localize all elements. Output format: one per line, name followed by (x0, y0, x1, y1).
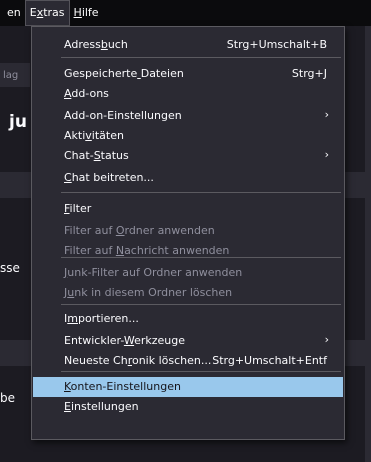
extras-menu: Adressbuch Strg+Umschalt+B Gespeicherte Da… (31, 26, 345, 440)
menu-item-einstellungen[interactable]: Einstellungen (33, 397, 343, 417)
menu-item-filter-auf-nachricht-anwenden: Filter auf Nachricht anwenden (33, 241, 343, 261)
menu-item-add-on-einstellungen[interactable]: Add-on-Einstellungen › (33, 106, 343, 126)
menu-item-adressbuch[interactable]: Adressbuch Strg+Umschalt+B (33, 35, 343, 55)
menu-item-junk-in-diesem-ordner-loeschen: Junk in diesem Ordner löschen (33, 283, 343, 303)
menu-item-label: Filter auf Ordner anwenden (64, 224, 215, 237)
menubar-item-hilfe[interactable]: Hilfe (70, 0, 103, 26)
menu-item-label: Konten-Einstellungen (64, 380, 181, 393)
menu-item-label: Einstellungen (64, 400, 139, 413)
chevron-right-icon: › (324, 148, 329, 161)
menu-item-importieren[interactable]: Importieren... (33, 309, 343, 329)
menu-item-shortcut: Strg+J (291, 67, 327, 80)
menubar-item-en[interactable]: en (0, 0, 25, 26)
chevron-right-icon: › (324, 108, 329, 121)
background-text: be (0, 391, 15, 405)
menu-item-label: Gespeicherte Dateien (64, 67, 184, 80)
window-right-border (365, 26, 371, 462)
menu-item-label: Junk in diesem Ordner löschen (64, 286, 233, 299)
menu-item-shortcut: Strg+Umschalt+Entf (212, 354, 327, 367)
menu-item-entwickler-werkzeuge[interactable]: Entwickler-Werkzeuge › (33, 331, 343, 351)
menu-item-label: Chat beitreten... (64, 171, 154, 184)
menu-bar: en Extras Hilfe (0, 0, 371, 26)
menu-item-label: Junk-Filter auf Ordner anwenden (64, 266, 243, 279)
menu-item-chat-beitreten[interactable]: Chat beitreten... (33, 168, 343, 188)
menu-item-junk-filter-auf-ordner-anwenden: Junk-Filter auf Ordner anwenden (33, 263, 343, 283)
menu-separator (61, 257, 341, 258)
background-tab-label: lag (3, 70, 19, 81)
menu-item-filter-auf-ordner-anwenden: Filter auf Ordner anwenden (33, 221, 343, 241)
menu-item-label: Add-on-Einstellungen (64, 109, 182, 122)
menu-item-filter[interactable]: Filter (33, 199, 343, 219)
menu-item-label: Entwickler-Werkzeuge (64, 334, 186, 347)
menu-separator (61, 192, 341, 193)
menu-item-shortcut: Strg+Umschalt+B (226, 38, 327, 51)
chevron-right-icon: › (324, 333, 329, 346)
menu-item-label: Filter (64, 202, 92, 215)
menu-item-label: Aktivitäten (64, 129, 124, 142)
menu-item-neueste-chronik-loeschen[interactable]: Neueste Chronik löschen... Strg+Umschalt+… (33, 351, 343, 371)
menu-item-konten-einstellungen[interactable]: Konten-Einstellungen (33, 377, 343, 397)
menu-item-label: Neueste Chronik löschen... (64, 354, 212, 367)
menu-item-label: Chat-Status (64, 149, 129, 162)
menu-item-chat-status[interactable]: Chat-Status › (33, 146, 343, 166)
background-heading: ju (9, 112, 27, 132)
menu-item-label: Importieren... (64, 312, 139, 325)
menu-item-gespeicherte-dateien[interactable]: Gespeicherte Dateien Strg+J (33, 64, 343, 84)
menu-separator (61, 57, 341, 58)
menu-item-label: Adressbuch (64, 38, 128, 51)
background-text: sse (0, 261, 20, 275)
menu-item-label: Filter auf Nachricht anwenden (64, 244, 230, 257)
menubar-item-extras[interactable]: Extras (24, 0, 70, 26)
menu-separator (61, 371, 341, 372)
menu-item-label: Add-ons (64, 87, 109, 100)
menu-item-add-ons[interactable]: Add-ons (33, 84, 343, 104)
menu-item-aktivitaeten[interactable]: Aktivitäten (33, 126, 343, 146)
menu-separator (61, 304, 341, 305)
